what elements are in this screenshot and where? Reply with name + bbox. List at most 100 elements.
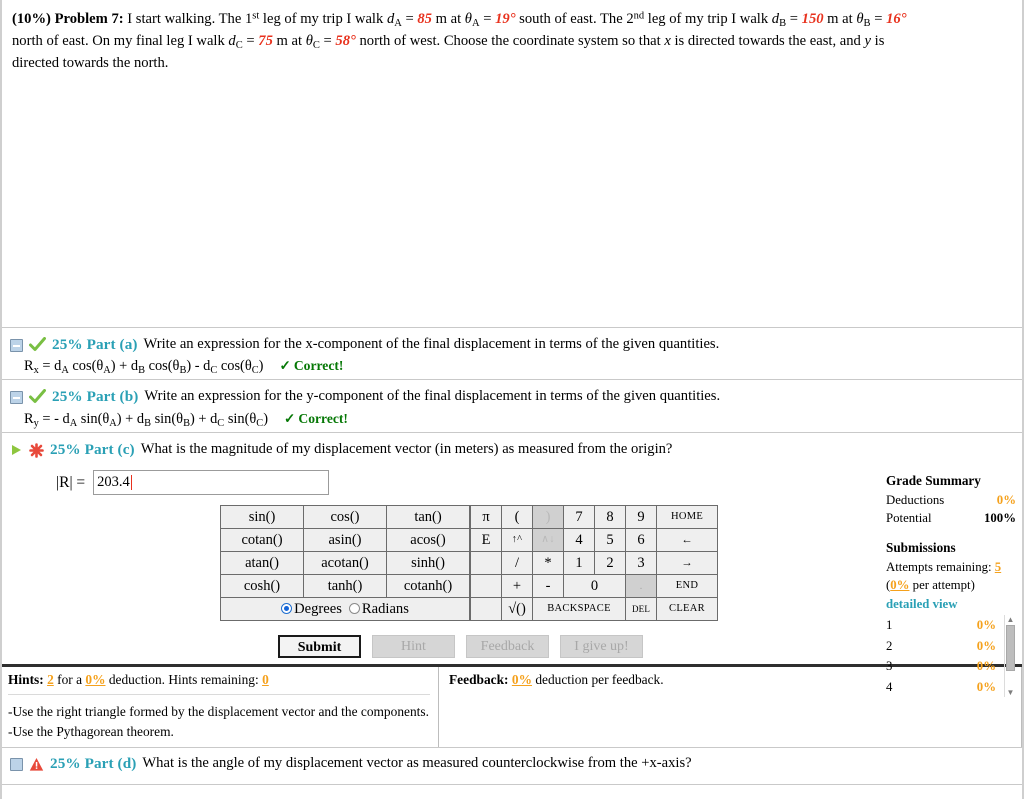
key-3[interactable]: 3	[625, 551, 657, 576]
key-0[interactable]: 0	[563, 574, 626, 599]
num-row: / * 1 2 3 →	[470, 551, 718, 576]
key-del[interactable]: DEL	[625, 597, 657, 622]
key-sqrt[interactable]: √()	[501, 597, 533, 622]
problem-percent: (10%)	[12, 11, 51, 27]
per-attempt-pct: 0%	[890, 578, 910, 593]
part-d-percent[interactable]: 25% Part (d)	[50, 754, 136, 775]
key-left-paren[interactable]: (	[501, 505, 533, 530]
key-asin[interactable]: asin()	[303, 528, 387, 553]
submissions-scrollbar[interactable]: ▲ ▼	[1004, 614, 1016, 697]
key-acotan[interactable]: acotan()	[303, 551, 387, 576]
collapse-box-icon[interactable]	[10, 757, 23, 771]
statement-text-7: is directed towards the east, and	[670, 33, 865, 50]
unit-m-at-3: m at	[272, 33, 306, 50]
key-5[interactable]: 5	[594, 528, 626, 553]
key-1[interactable]: 1	[563, 551, 595, 576]
key-tan[interactable]: tan()	[386, 505, 470, 530]
deductions-label: Deductions	[886, 493, 945, 507]
key-2[interactable]: 2	[594, 551, 626, 576]
part-c-percent[interactable]: 25% Part (c)	[50, 440, 135, 461]
value-thetaB: 16°	[886, 11, 907, 27]
collapse-box-minus-icon[interactable]	[10, 338, 23, 352]
key-decimal-point[interactable]: .	[625, 574, 657, 599]
part-b-block: 25% Part (b) Write an expression for the…	[2, 380, 1022, 432]
degrees-option[interactable]: Degrees	[281, 598, 342, 620]
value-thetaC: 58°	[335, 33, 356, 50]
attempts-remaining-row: Attempts remaining: 5	[886, 558, 1016, 576]
fn-row: cotan() asin() acos()	[220, 528, 470, 553]
statement-line-2: north of east. On my final leg I walk dC…	[12, 30, 1010, 52]
expand-triangle-icon[interactable]	[10, 444, 23, 457]
key-4[interactable]: 4	[563, 528, 595, 553]
degrees-radio[interactable]	[281, 603, 293, 615]
part-a-percent[interactable]: 25% Part (a)	[52, 335, 138, 356]
scrollbar-thumb[interactable]	[1006, 624, 1015, 671]
angle-mode-cell: Degrees Radians	[220, 597, 470, 622]
scroll-up-arrow-icon[interactable]: ▲	[1007, 615, 1015, 624]
key-divide[interactable]: /	[501, 551, 533, 576]
sub-A-2: A	[471, 17, 480, 29]
statement-text-4: leg of my trip I walk	[644, 11, 772, 27]
part-a-question: Write an expression for the x-component …	[143, 335, 720, 352]
key-cotanh[interactable]: cotanh()	[386, 574, 470, 599]
angle-mode-row: Degrees Radians	[220, 597, 470, 622]
statement-text-2: leg of my trip I walk	[259, 11, 387, 27]
key-blank-3	[470, 597, 502, 622]
red-x-icon	[29, 442, 44, 458]
part-b-status: ✓ Correct!	[284, 411, 348, 427]
scroll-down-arrow-icon[interactable]: ▼	[1007, 688, 1015, 697]
statement-line-1: (10%) Problem 7: I start walking. The 1 s…	[12, 8, 1010, 30]
eq-6: =	[319, 33, 336, 50]
part-c-block: 25% Part (c) What is the magnitude of my…	[2, 433, 1022, 661]
statement-text-5: north of east. On my final leg I walk	[12, 33, 229, 50]
key-home[interactable]: HOME	[656, 505, 718, 530]
key-multiply[interactable]: *	[532, 551, 564, 576]
red-warning-icon	[29, 757, 44, 772]
potential-label: Potential	[886, 511, 932, 526]
submit-button[interactable]: Submit	[278, 635, 361, 659]
statement-text-6: north of west. Choose the coordinate sys…	[355, 33, 665, 50]
fn-row: sin() cos() tan()	[220, 505, 470, 530]
key-tanh[interactable]: tanh()	[303, 574, 387, 599]
collapse-box-minus-icon[interactable]	[10, 391, 23, 405]
green-check-icon	[29, 336, 46, 352]
potential-row: Potential 100%	[886, 509, 1016, 527]
key-arrow-right[interactable]: →	[656, 551, 718, 576]
sub-C-2: C	[312, 40, 320, 52]
answer-input[interactable]: 203.4	[93, 470, 330, 496]
key-8[interactable]: 8	[594, 505, 626, 530]
part-d-block: 25% Part (d) What is the angle of my dis…	[2, 748, 1022, 779]
key-7[interactable]: 7	[563, 505, 595, 530]
submission-row: 3 0%	[886, 656, 1002, 677]
key-sinh[interactable]: sinh()	[386, 551, 470, 576]
key-9[interactable]: 9	[625, 505, 657, 530]
part-a-block: 25% Part (a) Write an expression for the…	[2, 328, 1022, 380]
key-6[interactable]: 6	[625, 528, 657, 553]
function-keypad: sin() cos() tan() cotan() asin() acos() …	[220, 505, 470, 622]
key-backspace[interactable]: BACKSPACE	[532, 597, 626, 622]
key-end[interactable]: END	[656, 574, 718, 599]
key-cosh[interactable]: cosh()	[220, 574, 304, 599]
key-cotan[interactable]: cotan()	[220, 528, 304, 553]
key-minus[interactable]: -	[532, 574, 564, 599]
key-atan[interactable]: atan()	[220, 551, 304, 576]
key-acos[interactable]: acos()	[386, 528, 470, 553]
key-arrow-left[interactable]: ←	[656, 528, 718, 553]
problem-label: Problem 7:	[54, 11, 124, 27]
part-b-percent[interactable]: 25% Part (b)	[52, 387, 138, 408]
key-plus[interactable]: +	[501, 574, 533, 599]
key-sin[interactable]: sin()	[220, 505, 304, 530]
key-power-up[interactable]: ↑^	[501, 528, 533, 553]
radians-radio[interactable]	[348, 603, 360, 615]
key-pi[interactable]: π	[470, 505, 502, 530]
bottom-divider	[2, 784, 1022, 786]
key-cos[interactable]: cos()	[303, 505, 387, 530]
hint-button: Hint	[372, 635, 455, 659]
statement-text-8: is	[871, 33, 885, 50]
numeric-keypad: π ( ) 7 8 9 HOME E ↑^ ∧↓ 4 5 6 ← / * 1 2…	[470, 505, 718, 622]
radians-option[interactable]: Radians	[348, 598, 409, 620]
statement-line-3: directed towards the north.	[12, 55, 169, 72]
key-e[interactable]: E	[470, 528, 502, 553]
detailed-view-link[interactable]: detailed view	[886, 595, 1016, 613]
key-clear[interactable]: CLEAR	[656, 597, 718, 622]
